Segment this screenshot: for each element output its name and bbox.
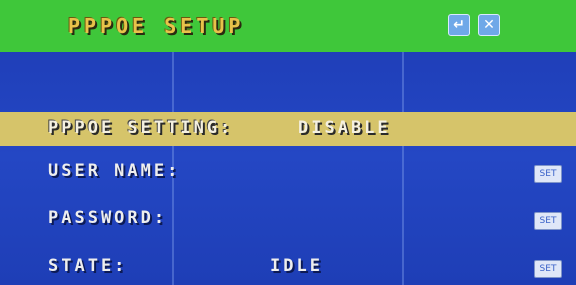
user-name-set-button[interactable]: SET <box>534 165 562 183</box>
pppoe-setup-screen: PPPOE SETUP ↵ ✕ PPPOE SETTING: DISABLE U… <box>0 0 576 285</box>
state-set-button[interactable]: SET <box>534 260 562 278</box>
row-password: PASSWORD: SET <box>0 202 576 236</box>
pppoe-setting-value[interactable]: DISABLE <box>298 118 391 138</box>
title-bar: PPPOE SETUP ↵ ✕ <box>0 0 576 52</box>
row-state: STATE: IDLE SET <box>0 250 576 284</box>
page-title: PPPOE SETUP <box>68 14 245 38</box>
confirm-icon[interactable]: ↵ <box>448 14 470 36</box>
close-icon[interactable]: ✕ <box>478 14 500 36</box>
row-user-name: USER NAME: SET <box>0 155 576 189</box>
password-label: PASSWORD: <box>48 208 168 228</box>
user-name-label: USER NAME: <box>48 161 181 181</box>
pppoe-setting-label: PPPOE SETTING: <box>48 118 234 138</box>
state-value: IDLE <box>270 256 323 276</box>
password-set-button[interactable]: SET <box>534 212 562 230</box>
row-pppoe-setting[interactable]: PPPOE SETTING: DISABLE <box>0 112 576 146</box>
state-label: STATE: <box>48 256 128 276</box>
